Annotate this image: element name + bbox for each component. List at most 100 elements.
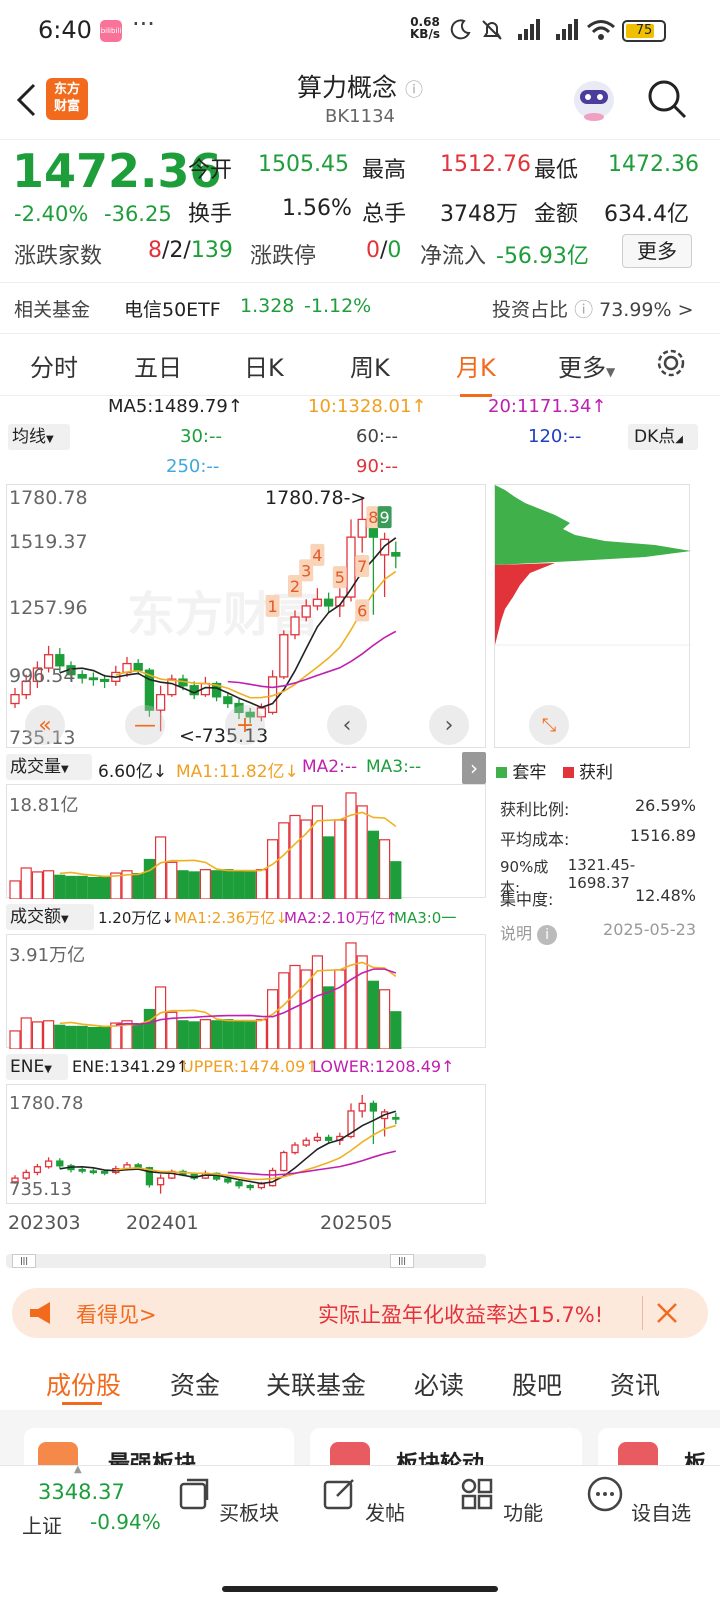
volume-bar: [211, 1020, 223, 1049]
tab-components[interactable]: 成份股: [46, 1366, 121, 1402]
amount-ma3: MA3:0一: [394, 909, 457, 927]
open-label: 今开: [188, 158, 233, 183]
amount-select[interactable]: 成交额▼: [6, 904, 94, 930]
candle-body: [235, 1181, 243, 1187]
tab-forum[interactable]: 股吧: [512, 1366, 562, 1402]
promo-banner[interactable]: 看得见> 实际止盈年化收益率达15.7%!: [12, 1288, 708, 1338]
banner-left-text: 看得见>: [76, 1303, 157, 1327]
volume-bar: [65, 875, 77, 899]
ene-chart[interactable]: 1780.78 735.13: [6, 1084, 486, 1204]
volume-select[interactable]: 成交量▼: [6, 754, 92, 780]
change-value: -36.25: [104, 202, 172, 226]
tab-monthly-k[interactable]: 月K: [456, 348, 496, 397]
range-scrollbar[interactable]: ||| |||: [6, 1254, 486, 1268]
period-tabs: 分时 五日 日K 周K 月K 更多▼: [0, 334, 720, 397]
volume-bar: [9, 1030, 21, 1049]
candle-body: [44, 1160, 53, 1168]
volume-ma1: MA1:11.82亿↓: [176, 762, 299, 782]
index-name: 上证: [22, 1514, 62, 1538]
candle-body: [324, 1136, 333, 1141]
y-label-3: 1257.96: [9, 597, 88, 619]
indicator-select[interactable]: 均线▼: [8, 424, 70, 450]
low-value: 1472.36: [608, 152, 699, 177]
expand-icon[interactable]: ⤡: [529, 705, 569, 745]
amount-chart[interactable]: 3.91万亿: [6, 934, 486, 1049]
volume-bar: [379, 989, 391, 1049]
nav-post[interactable]: 发帖: [302, 1474, 422, 1526]
amount-y-max: 3.91万亿: [9, 945, 86, 966]
ma20-line: [227, 630, 397, 689]
close-icon[interactable]: [656, 1302, 678, 1324]
candle-body: [77, 674, 87, 679]
card-strongest-sector[interactable]: 最强板块: [24, 1428, 294, 1465]
volume-bar: [345, 942, 357, 1049]
chip-explain[interactable]: 说明 i: [500, 920, 558, 945]
range-handle-right[interactable]: |||: [390, 1254, 414, 1268]
home-indicator: [222, 1586, 498, 1592]
limit-label: 涨跌停: [250, 244, 317, 269]
tab-more[interactable]: 更多▼: [558, 348, 615, 383]
index-ticker[interactable]: ▲ 3348.37 上证 -0.94%: [0, 1464, 180, 1546]
volume-bar: [244, 1021, 256, 1049]
tab-weekly-k[interactable]: 周K: [350, 348, 390, 383]
volume-bar: [222, 1019, 234, 1049]
tab-five-day[interactable]: 五日: [134, 348, 182, 383]
volume-bar: [334, 969, 346, 1049]
settings-gear-icon[interactable]: [654, 346, 688, 380]
volume-chart[interactable]: 18.81亿: [6, 784, 486, 899]
volume-bar: [132, 1023, 144, 1049]
volume-bar: [267, 989, 279, 1049]
tab-daily-k[interactable]: 日K: [244, 348, 284, 383]
zoom-in-button[interactable]: +: [225, 705, 265, 745]
nav-buy-sector[interactable]: 买板块: [166, 1474, 286, 1526]
scroll-left-button[interactable]: ‹: [327, 705, 367, 745]
kline-chart[interactable]: 东方财富 123456789 1780.78 1519.37 1257.96 9…: [6, 484, 486, 749]
volume-bar: [132, 873, 144, 899]
search-icon[interactable]: [646, 78, 688, 120]
collapse-arrow-button[interactable]: ›: [462, 752, 486, 784]
volume-plot: [9, 792, 402, 899]
nav-add-watchlist[interactable]: 设自选: [578, 1474, 698, 1526]
volume-bar: [87, 876, 100, 899]
volume-bar: [98, 875, 111, 899]
volume-bar: [255, 1019, 267, 1049]
tab-news[interactable]: 资讯: [610, 1366, 660, 1402]
tab-must-read[interactable]: 必读: [414, 1366, 464, 1402]
volume-bar: [143, 1008, 155, 1049]
card-partial[interactable]: 板: [598, 1428, 720, 1465]
tab-intraday[interactable]: 分时: [30, 348, 78, 383]
ene-select[interactable]: ENE▼: [6, 1054, 68, 1080]
signal-number: 9: [380, 508, 390, 527]
info-icon: ⓘ: [404, 80, 423, 101]
card-sector-rotation[interactable]: 板块轮动: [310, 1428, 582, 1465]
low-label: 最低: [534, 158, 579, 183]
help-icon: ⓘ: [574, 299, 594, 321]
fast-rewind-button[interactable]: «: [25, 705, 65, 745]
volume-ma1-line: [59, 811, 397, 878]
buy-sector-icon: [179, 1478, 209, 1510]
candle-body: [155, 693, 166, 711]
header-bar: 东方 财富 算力概念 ⓘ BK1134: [0, 62, 720, 140]
more-button[interactable]: 更多: [622, 234, 692, 268]
high-label: 最高: [362, 158, 407, 183]
more-circle-icon: [587, 1476, 623, 1512]
candle-body: [223, 696, 233, 705]
scroll-right-button[interactable]: ›: [429, 705, 469, 745]
related-fund-row[interactable]: 相关基金 电信50ETF 1.328 -1.12% 投资占比 ⓘ 73.99% …: [0, 282, 720, 334]
zoom-out-button[interactable]: —: [125, 705, 165, 745]
range-handle-left[interactable]: |||: [12, 1254, 36, 1268]
tab-funds-flow[interactable]: 资金: [170, 1366, 220, 1402]
volume-value: 3748万: [440, 202, 518, 227]
ene-y-min: 735.13: [9, 1179, 72, 1200]
tab-related-funds[interactable]: 关联基金: [266, 1366, 366, 1402]
volume-ma2: MA2:--: [302, 757, 358, 777]
volume-bar: [143, 858, 155, 899]
bilibili-icon: bilibili: [100, 20, 122, 42]
nav-functions[interactable]: 功能: [440, 1474, 560, 1526]
robot-assistant-icon[interactable]: [570, 72, 618, 124]
high-value: 1512.76: [440, 152, 531, 177]
signal-number: 7: [357, 557, 367, 576]
ma120-value: 120:--: [528, 426, 582, 447]
dk-point-select[interactable]: DK点◢: [628, 424, 698, 450]
volume-header: 成交量▼ 6.60亿↓ MA1:11.82亿↓ MA2:-- MA3:--: [6, 752, 462, 782]
